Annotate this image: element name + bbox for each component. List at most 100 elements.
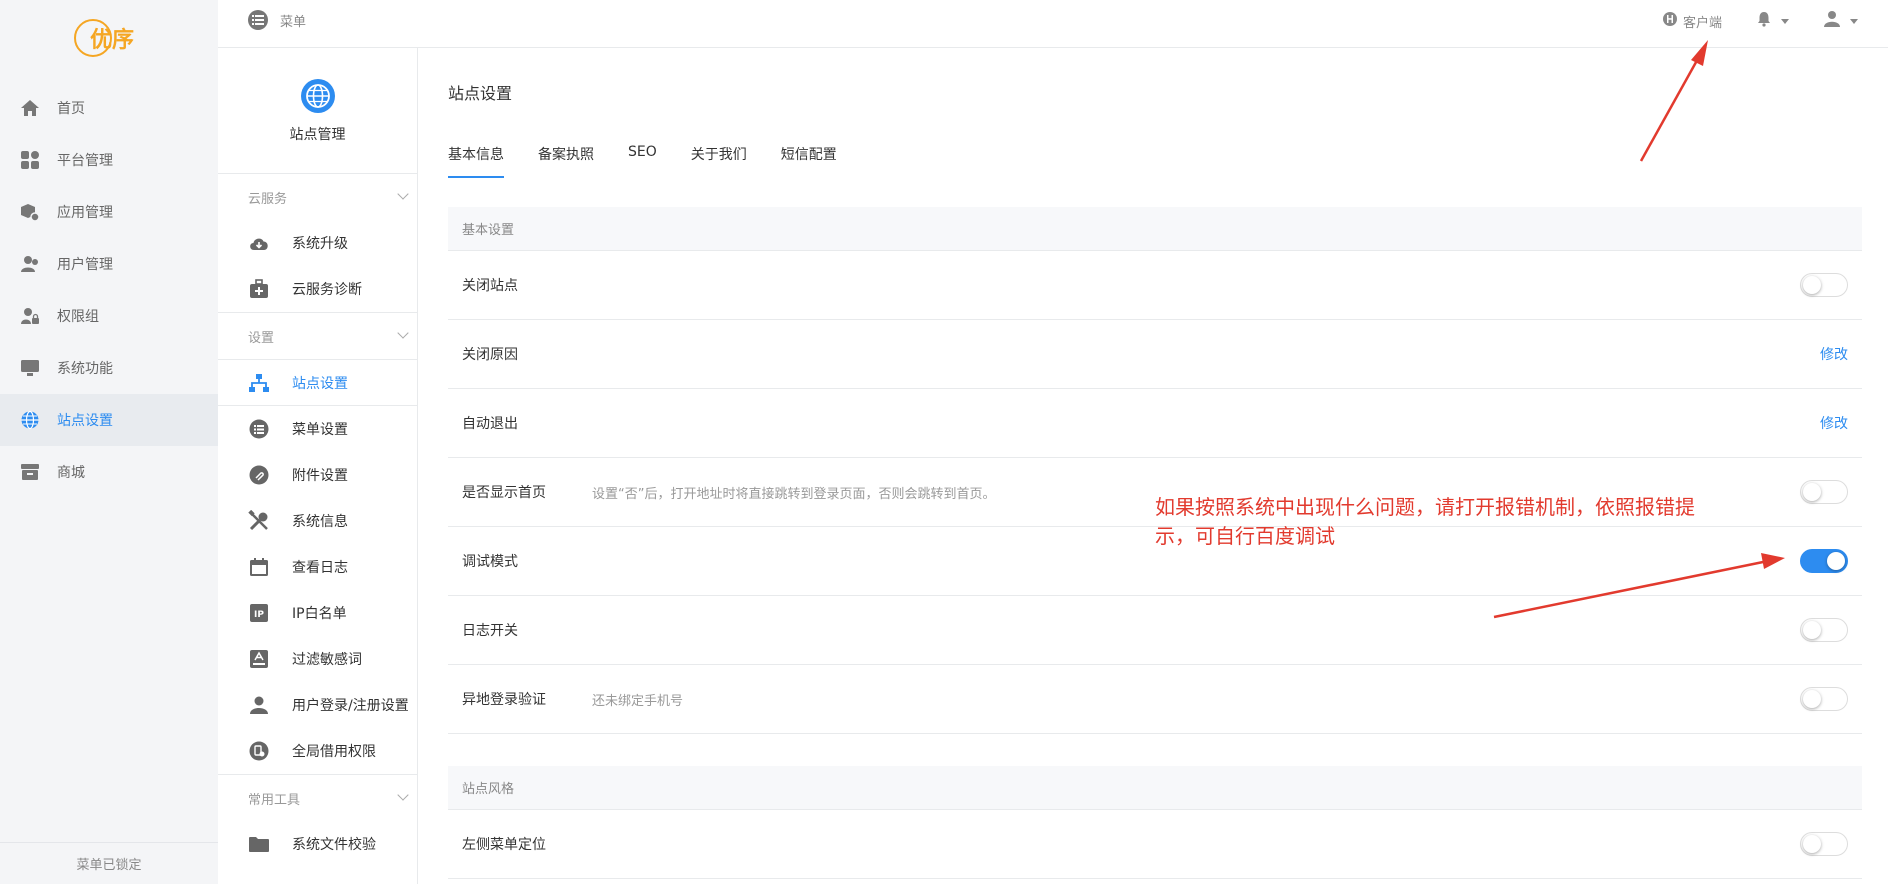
folder-icon (248, 833, 270, 855)
tab-filing-license[interactable]: 备案执照 (538, 144, 594, 178)
row-label: 异地登录验证 (462, 692, 546, 708)
tab-about-us[interactable]: 关于我们 (691, 144, 747, 178)
sub-item-system-info[interactable]: 系统信息 (218, 498, 417, 544)
sub-item-label: 全局借用权限 (292, 744, 376, 760)
user-lock-icon (20, 306, 40, 326)
section-site-style: 站点风格 (448, 766, 1862, 810)
row-label: 关闭原因 (462, 347, 518, 363)
tab-basic-info[interactable]: 基本信息 (448, 144, 504, 178)
sub-item-site-settings[interactable]: 站点设置 (218, 360, 417, 406)
client-label: 客户端 (1682, 15, 1722, 31)
menu-lock-toggle[interactable]: 菜单已锁定 (0, 842, 218, 884)
user-icon (248, 694, 270, 716)
ip-icon: IP (248, 602, 270, 624)
row-remote-login-verify: 异地登录验证 还未绑定手机号 (448, 665, 1862, 734)
tools-icon (248, 510, 270, 532)
menu-toggle[interactable]: 菜单 (248, 10, 306, 30)
borrow-icon (248, 740, 270, 762)
section-settings[interactable]: 设置 (218, 313, 417, 359)
sub-item-ip-whitelist[interactable]: IP IP白名单 (218, 590, 417, 636)
section-title: 设置 (248, 330, 275, 346)
nav-list: 首页 平台管理 应用管理 用户管理 权限组 系统功能 站点设置 商城 (0, 82, 218, 498)
list-icon (248, 418, 270, 440)
header-actions: 客户端 (1662, 10, 1858, 32)
left-nav: 优序 首页 平台管理 应用管理 用户管理 权限组 系统功能 站点设置 商城 菜单… (0, 0, 218, 884)
nav-item-system[interactable]: 系统功能 (0, 342, 218, 394)
sub-item-attachment-settings[interactable]: 附件设置 (218, 452, 417, 498)
nav-label: 用户管理 (57, 257, 113, 273)
globe-icon (20, 410, 40, 430)
annotation-note: 如果按照系统中出现什么问题，请打开报错机制，依照报错提示，可自行百度调试 (1155, 495, 1695, 548)
sub-item-file-check[interactable]: 系统文件校验 (218, 821, 417, 867)
nav-label: 权限组 (57, 309, 99, 325)
nav-label: 首页 (57, 101, 85, 117)
nav-item-store[interactable]: 商城 (0, 446, 218, 498)
home-icon (20, 98, 40, 118)
row-description: 还未绑定手机号 (592, 693, 684, 709)
edit-close-reason-link[interactable]: 修改 (1820, 344, 1848, 364)
row-label: 调试模式 (462, 554, 518, 570)
log-switch-toggle[interactable] (1800, 618, 1848, 642)
sub-item-system-upgrade[interactable]: 系统升级 (218, 220, 417, 266)
row-label: 是否显示首页 (462, 485, 546, 501)
row-close-site: 关闭站点 (448, 251, 1862, 320)
remote-login-verify-toggle[interactable] (1800, 687, 1848, 711)
section-common-tools[interactable]: 常用工具 (218, 775, 417, 821)
nav-item-home[interactable]: 首页 (0, 82, 218, 134)
chevron-down-icon (397, 188, 409, 200)
menu-label: 菜单 (280, 14, 307, 30)
calendar-icon (248, 556, 270, 578)
user-menu-button[interactable] (1823, 10, 1858, 32)
sub-item-view-logs[interactable]: 查看日志 (218, 544, 417, 590)
sub-item-label: 系统信息 (292, 514, 348, 530)
close-site-toggle[interactable] (1800, 273, 1848, 297)
page-title: 站点设置 (448, 84, 513, 103)
bell-icon (1756, 11, 1772, 31)
list-icon (248, 10, 268, 30)
row-log-switch: 日志开关 (448, 596, 1862, 665)
row-label: 关闭站点 (462, 278, 518, 294)
top-header: 菜单 客户端 (218, 0, 1888, 48)
show-homepage-toggle[interactable] (1800, 480, 1848, 504)
tab-seo[interactable]: SEO (628, 144, 657, 174)
nav-item-users[interactable]: 用户管理 (0, 238, 218, 290)
chevron-down-icon (1781, 18, 1789, 24)
sub-nav-header: 站点管理 (218, 48, 417, 174)
chevron-down-icon (397, 327, 409, 339)
cloud-download-icon (248, 232, 270, 254)
monitor-icon (20, 358, 40, 378)
nav-label: 商城 (57, 465, 85, 481)
sub-item-borrow-permission[interactable]: 全局借用权限 (218, 728, 417, 774)
debug-mode-toggle[interactable] (1800, 549, 1848, 573)
sub-nav: 站点管理 云服务 系统升级 云服务诊断 设置 站点设置 菜单设置 附件设置 系统… (218, 48, 418, 884)
sub-item-label: 菜单设置 (292, 422, 348, 438)
medkit-icon (248, 278, 270, 300)
sub-item-label: 云服务诊断 (292, 282, 362, 298)
sub-item-label: 过滤敏感词 (292, 652, 362, 668)
section-cloud-services[interactable]: 云服务 (218, 174, 417, 220)
brand-logo[interactable]: 优序 (74, 18, 134, 58)
nav-item-platform[interactable]: 平台管理 (0, 134, 218, 186)
edit-auto-logout-link[interactable]: 修改 (1820, 413, 1848, 433)
tab-sms-config[interactable]: 短信配置 (781, 144, 837, 178)
nav-label: 平台管理 (57, 153, 113, 169)
client-button[interactable]: 客户端 (1662, 11, 1722, 31)
notifications-button[interactable] (1756, 11, 1789, 31)
sub-item-label: 用户登录/注册设置 (292, 698, 409, 714)
left-menu-position-toggle[interactable] (1800, 832, 1848, 856)
sub-item-label: 系统升级 (292, 236, 348, 252)
nav-item-permissions[interactable]: 权限组 (0, 290, 218, 342)
row-label: 自动退出 (462, 416, 518, 432)
sub-item-menu-settings[interactable]: 菜单设置 (218, 406, 417, 452)
row-close-reason: 关闭原因 修改 (448, 320, 1862, 389)
sub-item-cloud-diagnosis[interactable]: 云服务诊断 (218, 266, 417, 312)
globe-icon (300, 78, 335, 113)
sub-item-sensitive-words[interactable]: 过滤敏感词 (218, 636, 417, 682)
nav-item-site-settings[interactable]: 站点设置 (0, 394, 218, 446)
grid-icon (20, 150, 40, 170)
nav-item-apps[interactable]: 应用管理 (0, 186, 218, 238)
sub-item-login-register[interactable]: 用户登录/注册设置 (218, 682, 417, 728)
sub-item-label: 查看日志 (292, 560, 348, 576)
row-label: 日志开关 (462, 623, 518, 639)
svg-text:IP: IP (254, 610, 264, 620)
